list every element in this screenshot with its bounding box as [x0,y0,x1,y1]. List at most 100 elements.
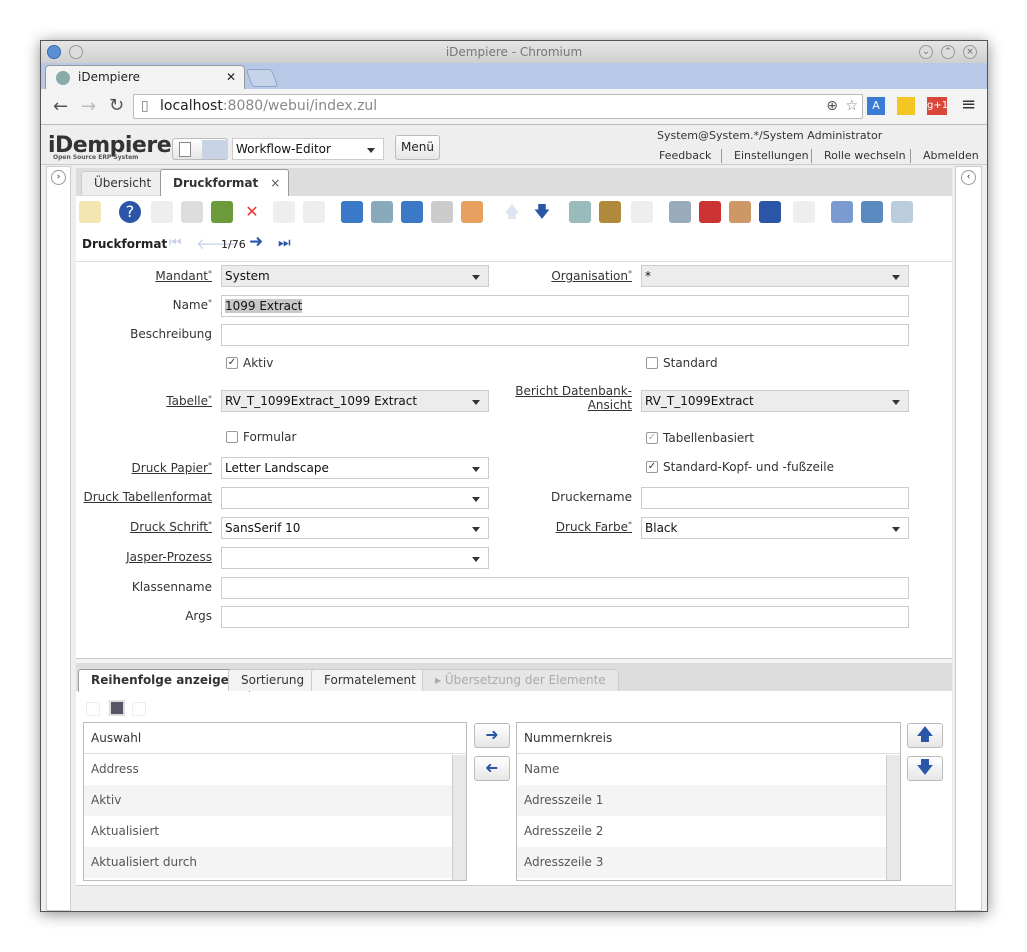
aktiv-checkbox[interactable]: ✓ [226,357,238,369]
back-icon[interactable]: ← [53,96,68,117]
window-menu-button[interactable] [69,45,83,59]
save-icon[interactable] [273,201,295,223]
import-icon[interactable] [891,201,913,223]
grid-toggle-icon[interactable] [461,201,483,223]
name-field[interactable]: 1099 Extract [221,295,909,317]
schrift-label[interactable]: Druck Schrift [130,520,208,534]
request-icon[interactable] [729,201,751,223]
druckername-field[interactable] [641,487,909,509]
new-icon[interactable] [86,702,100,716]
product-info-icon[interactable] [759,201,781,223]
list-item[interactable]: Aktiv [84,785,452,816]
detail-tab-sort[interactable]: Sortierung [228,669,318,691]
add-item-button[interactable]: ➜ [474,723,510,748]
jasper-label[interactable]: Jasper-Prozess [126,550,212,564]
bericht-label[interactable]: Bericht Datenbank-Ansicht [515,384,632,412]
zoom-across-icon[interactable] [669,201,691,223]
list-item[interactable]: Aktualisiert durch [84,847,452,878]
detail-tab-translation[interactable]: ▸ Übersetzung der Elemente [422,669,619,691]
chat-icon[interactable] [431,201,453,223]
undo-icon[interactable] [79,201,101,223]
formular-checkbox[interactable] [226,431,238,443]
browser-tab[interactable]: iDempiere ✕ [45,65,245,89]
change-role-link[interactable]: Rolle wechseln [824,149,906,162]
expand-right-icon[interactable]: ‹ [961,170,976,185]
scrollbar[interactable] [886,755,900,880]
tab-overview[interactable]: Übersicht [81,171,165,195]
close-tab-icon[interactable]: ✕ [226,66,236,88]
archive-icon[interactable] [599,201,621,223]
process-icon[interactable] [831,201,853,223]
first-record-icon[interactable]: ⏮ [169,235,182,251]
extension-icon[interactable] [897,97,915,115]
copy-record-icon[interactable] [181,201,203,223]
close-window-button[interactable]: × [963,45,977,59]
window-mode-toggle[interactable] [172,138,228,160]
save-create-icon[interactable] [303,201,325,223]
list-item[interactable]: Adresszeile 1 [517,785,886,816]
preferences-link[interactable]: Einstellungen [734,149,809,162]
export-icon[interactable] [861,201,883,223]
expand-left-icon[interactable]: › [51,170,66,185]
edit-icon[interactable] [109,700,125,716]
next-record-icon[interactable]: 🡇 [531,201,553,223]
list-item[interactable]: Aktualisiert [84,816,452,847]
close-tab-icon[interactable]: × [270,170,280,196]
translate-icon[interactable]: A [867,97,885,115]
google-plus-icon[interactable]: g+1 [927,97,948,115]
new-record-icon[interactable] [151,201,173,223]
help-icon[interactable]: ? [119,201,141,223]
print-icon[interactable] [631,201,653,223]
minimize-button[interactable]: ⌄ [919,45,933,59]
kopf-checkbox[interactable]: ✓ [646,461,658,473]
previous-record-icon[interactable]: 🡅 [501,201,523,223]
post-icon[interactable] [793,201,815,223]
remove-item-button[interactable]: ➜ [474,756,510,781]
reload-icon[interactable]: ↻ [109,95,124,116]
list-item[interactable]: Name [517,754,886,785]
delete-selection-icon[interactable]: ✕ [241,201,263,223]
attachment-icon[interactable] [401,201,423,223]
address-bar[interactable]: ▯ localhost:8080/webui/index.zul ⊕ ☆ [133,94,863,119]
delete-icon[interactable] [132,702,146,716]
tabformat-label[interactable]: Druck Tabellenformat [83,490,212,504]
scrollbar[interactable] [452,755,466,880]
tabelle-field[interactable]: RV_T_1099Extract_1099 Extract [221,390,489,412]
list-item[interactable]: Address [84,754,452,785]
papier-field[interactable]: Letter Landscape [221,457,489,479]
move-down-button[interactable]: 🡇 [907,756,943,781]
papier-label[interactable]: Druck Papier [132,461,208,475]
tab-druckformat[interactable]: Druckformat × [160,169,290,196]
logout-link[interactable]: Abmelden [923,149,979,162]
schrift-field[interactable]: SansSerif 10 [221,517,489,539]
tabformat-field[interactable] [221,487,489,509]
farbe-label[interactable]: Druck Farbe [556,520,628,534]
feedback-link[interactable]: Feedback [659,149,711,162]
menu-button[interactable]: Menü [395,135,440,160]
report-icon[interactable] [569,201,591,223]
detail-tab-format-item[interactable]: Formatelement [311,669,429,691]
farbe-field[interactable]: Black [641,517,909,539]
forward-icon[interactable]: → [81,96,96,117]
maximize-button[interactable]: ⌃ [941,45,955,59]
tabelle-label[interactable]: Tabelle [166,394,208,408]
delete-icon[interactable] [211,201,233,223]
new-tab-button[interactable] [245,69,279,87]
klassenname-field[interactable] [221,577,909,599]
zoom-icon[interactable]: ⊕ [826,95,838,118]
refresh-icon[interactable] [341,201,363,223]
detail-tab-display-order[interactable]: Reihenfolge anzeigen [78,669,251,692]
list-item[interactable]: Adresszeile 2 [517,816,886,847]
last-record-icon[interactable]: ⏭ [278,235,291,251]
beschreibung-field[interactable] [221,324,909,346]
args-field[interactable] [221,606,909,628]
menu-search-select[interactable]: Workflow-Editor [232,138,384,160]
move-up-button[interactable]: 🡅 [907,723,943,748]
parent-record-icon[interactable] [699,201,721,223]
mandant-label[interactable]: Mandant [155,269,208,283]
bericht-field[interactable]: RV_T_1099Extract [641,390,909,412]
next-record-icon[interactable]: ➜ [249,232,263,252]
organisation-field[interactable]: * [641,265,909,287]
mandant-field[interactable]: System [221,265,489,287]
find-icon[interactable] [371,201,393,223]
